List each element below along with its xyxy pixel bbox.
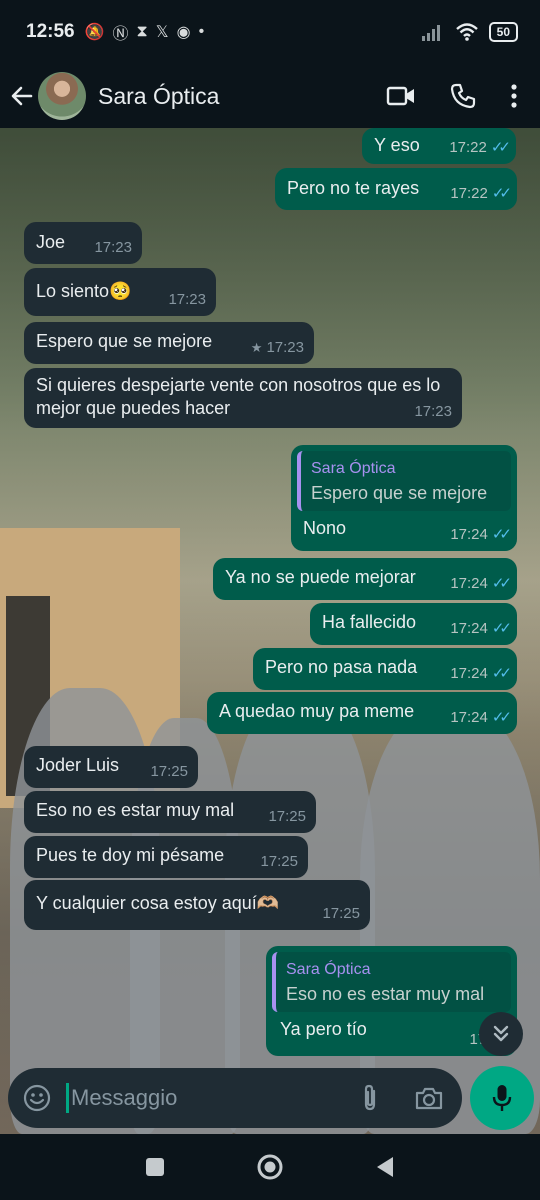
message-time: 17:23 — [266, 339, 304, 356]
system-nav-bar — [0, 1134, 540, 1200]
message-text: Espero que se mejore — [36, 331, 213, 351]
message-incoming[interactable]: Lo siento🥺 17:23 — [24, 268, 216, 316]
home-icon[interactable] — [256, 1153, 284, 1181]
quoted-sender: Sara Óptica — [311, 460, 396, 477]
message-time: 17:23 — [414, 403, 452, 420]
read-ticks-icon: ✓✓ — [491, 665, 512, 682]
read-ticks-icon: ✓✓ — [491, 709, 512, 726]
nfc-icon: Ⓝ — [112, 26, 129, 43]
quoted-sender: Sara Óptica — [286, 961, 371, 978]
message-time: 17:24 — [450, 709, 488, 726]
message-text: Joder Luis — [36, 755, 120, 775]
message-text: Pues te doy mi pésame — [36, 845, 225, 865]
message-time: 17:23 — [94, 239, 132, 256]
message-text: Ha fallecido — [322, 612, 417, 632]
message-time: 17:24 — [450, 526, 488, 543]
quoted-text: Espero que se mejore — [311, 483, 488, 503]
mic-icon — [492, 1085, 512, 1111]
video-call-icon[interactable] — [386, 84, 416, 108]
message-time: 17:23 — [168, 291, 206, 308]
read-ticks-icon: ✓✓ — [491, 620, 512, 637]
message-text: Si quieres despejarte vente con nosotros… — [36, 375, 441, 418]
read-ticks-icon: ✓✓ — [491, 575, 512, 592]
message-incoming[interactable]: Y cualquier cosa estoy aquí🫶🏼 17:25 — [24, 880, 370, 930]
message-incoming[interactable]: Eso no es estar muy mal 17:25 — [24, 791, 316, 833]
message-text: Ya pero tío — [280, 1019, 367, 1039]
message-time: 17:25 — [268, 808, 306, 825]
read-ticks-icon: ✓✓ — [491, 185, 512, 202]
message-text: Y eso — [374, 135, 420, 155]
message-incoming[interactable]: Joder Luis 17:25 — [24, 746, 198, 788]
emoji-icon[interactable] — [22, 1083, 52, 1113]
camera-icon[interactable] — [414, 1085, 444, 1111]
message-incoming[interactable]: Joe 17:23 — [24, 222, 142, 264]
chat-app-icon: ◉ — [176, 24, 191, 41]
message-input[interactable] — [71, 1085, 331, 1111]
message-outgoing[interactable]: Ha fallecido 17:24 ✓✓ — [310, 603, 517, 645]
x-app-icon: 𝕏 — [155, 24, 169, 41]
quoted-message[interactable]: Sara Óptica Espero que se mejore — [297, 451, 511, 511]
quoted-message[interactable]: Sara Óptica Eso no es estar muy mal — [272, 952, 511, 1012]
message-time: 17:24 — [450, 575, 488, 592]
arrow-left-icon — [11, 86, 33, 106]
message-text: Pero no pasa nada — [265, 657, 418, 677]
message-time: 17:22 — [449, 139, 487, 156]
wifi-icon — [455, 23, 478, 41]
message-composer — [8, 1068, 462, 1128]
more-vert-icon[interactable] — [510, 83, 518, 109]
contact-name[interactable]: Sara Óptica — [98, 83, 219, 110]
message-incoming[interactable]: Espero que se mejore ★ 17:23 — [24, 322, 314, 364]
message-text: Eso no es estar muy mal — [36, 800, 235, 820]
status-notification-icons: 🔕 Ⓝ ⧗ 𝕏 ◉ • — [85, 20, 205, 44]
battery-indicator: 50 — [488, 22, 518, 42]
dot-icon: • — [198, 23, 205, 40]
voice-message-button[interactable] — [470, 1066, 534, 1130]
message-text: Lo siento🥺 — [36, 281, 132, 301]
message-incoming[interactable]: Si quieres despejarte vente con nosotros… — [24, 368, 462, 428]
message-text: Y cualquier cosa estoy aquí🫶🏼 — [36, 893, 280, 913]
message-outgoing[interactable]: Y eso 17:22 ✓✓ — [362, 128, 516, 164]
message-outgoing[interactable]: A quedao muy pa meme 17:24 ✓✓ — [207, 692, 517, 734]
message-time: 17:24 — [450, 665, 488, 682]
paperclip-icon[interactable] — [358, 1083, 382, 1113]
message-text: Nono — [303, 518, 347, 538]
quoted-text: Eso no es estar muy mal — [286, 984, 485, 1004]
chevrons-down-icon — [493, 1025, 509, 1042]
read-ticks-icon: ✓✓ — [490, 139, 511, 156]
message-time: 17:25 — [260, 853, 298, 870]
message-text: Ya no se puede mejorar — [225, 567, 416, 587]
message-outgoing[interactable]: Pero no te rayes 17:22 ✓✓ — [275, 168, 517, 210]
signal-icon — [421, 25, 440, 41]
status-bar: 12:56 🔕 Ⓝ ⧗ 𝕏 ◉ • 50 — [0, 0, 540, 64]
text-cursor — [66, 1083, 69, 1113]
message-incoming[interactable]: Pues te doy mi pésame 17:25 — [24, 836, 308, 878]
back-nav-icon[interactable] — [374, 1155, 396, 1179]
message-outgoing-reply[interactable]: Sara Óptica Espero que se mejore Nono 17… — [291, 445, 517, 551]
message-text: Pero no te rayes — [287, 178, 420, 198]
scroll-to-bottom-button[interactable] — [479, 1012, 523, 1056]
message-text: Joe — [36, 232, 66, 252]
read-ticks-icon: ✓✓ — [491, 526, 512, 543]
message-time: 17:24 — [450, 620, 488, 637]
message-time: 17:25 — [322, 905, 360, 922]
status-time: 12:56 — [26, 21, 75, 42]
contact-avatar[interactable] — [38, 72, 86, 120]
message-outgoing[interactable]: Ya no se puede mejorar 17:24 ✓✓ — [213, 558, 517, 600]
phone-icon[interactable] — [450, 83, 476, 109]
starred-icon: ★ — [250, 340, 263, 355]
chat-area[interactable]: Y eso 17:22 ✓✓ Pero no te rayes 17:22 ✓✓ J… — [0, 128, 540, 1134]
message-time: 17:25 — [150, 763, 188, 780]
message-outgoing[interactable]: Pero no pasa nada 17:24 ✓✓ — [253, 648, 517, 690]
mute-bell-icon: 🔕 — [84, 24, 105, 41]
message-text: A quedao muy pa meme — [219, 701, 415, 721]
chat-header: Sara Óptica — [0, 64, 540, 128]
recents-icon[interactable] — [144, 1156, 166, 1178]
hourglass-icon: ⧗ — [136, 23, 148, 40]
message-time: 17:22 — [450, 185, 488, 202]
